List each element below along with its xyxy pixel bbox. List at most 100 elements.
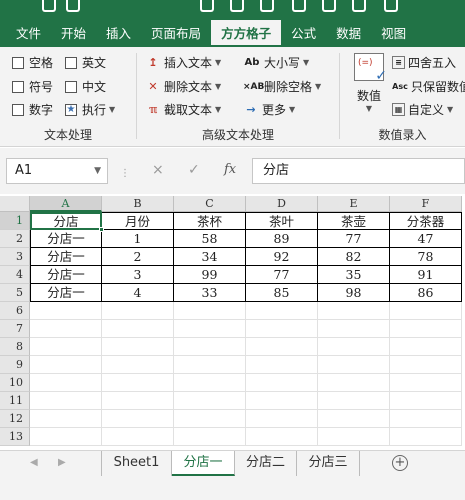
grid-cell[interactable]: 91 xyxy=(390,266,462,284)
grid-cell[interactable] xyxy=(174,410,246,428)
grid-cell[interactable] xyxy=(246,428,318,446)
checkbox-number[interactable]: 数字 xyxy=(12,101,53,118)
tab-data[interactable]: 数据 xyxy=(326,20,371,47)
grid-cell[interactable]: 分店一 xyxy=(30,248,102,266)
sheet-tab-store3[interactable]: 分店三 xyxy=(297,451,360,476)
grid-cell[interactable] xyxy=(30,374,102,392)
sheet-tab-store2[interactable]: 分店二 xyxy=(235,451,297,476)
add-sheet-icon[interactable]: + xyxy=(392,455,408,471)
enter-icon[interactable]: ✓ xyxy=(188,162,200,178)
grid-cell[interactable]: 3 xyxy=(102,266,174,284)
row-header[interactable]: 2 xyxy=(0,230,30,248)
checkbox-space[interactable]: 空格 xyxy=(12,54,53,71)
grid-cell[interactable] xyxy=(174,302,246,320)
grid-cell[interactable] xyxy=(246,338,318,356)
tab-formulas[interactable]: 公式 xyxy=(281,20,326,47)
row-header[interactable]: 8 xyxy=(0,338,30,356)
select-all-corner[interactable] xyxy=(0,196,30,212)
grid-cell[interactable] xyxy=(30,392,102,410)
grid-cell[interactable] xyxy=(246,356,318,374)
insert-text-button[interactable]: ↥ 插入文本 ▼ xyxy=(145,54,221,71)
column-header-d[interactable]: D xyxy=(246,196,318,212)
grid-cell[interactable]: 89 xyxy=(246,230,318,248)
quick-access-icon-7[interactable] xyxy=(384,0,398,12)
grid-cell[interactable]: 34 xyxy=(174,248,246,266)
quick-access-icon-3[interactable] xyxy=(260,0,274,12)
column-header-c[interactable]: C xyxy=(174,196,246,212)
grid-cell[interactable] xyxy=(318,356,390,374)
redo-icon[interactable] xyxy=(66,0,80,12)
header-cell[interactable]: 茶叶 xyxy=(246,212,318,230)
fill-handle[interactable] xyxy=(99,227,104,232)
grid-cell[interactable]: 47 xyxy=(390,230,462,248)
sheet-nav-next-icon[interactable]: ▶ xyxy=(58,457,66,468)
row-header[interactable]: 13 xyxy=(0,428,30,446)
keep-number-button[interactable]: Asc只保留数值 xyxy=(392,78,465,95)
grid-cell[interactable] xyxy=(318,302,390,320)
grid-cell[interactable] xyxy=(318,338,390,356)
grid-cell[interactable] xyxy=(246,302,318,320)
grid-cell[interactable] xyxy=(102,320,174,338)
grid-cell[interactable] xyxy=(174,428,246,446)
cancel-icon[interactable]: × xyxy=(152,162,164,178)
number-entry-button[interactable]: (=) ✓ 数值 ▼ xyxy=(348,53,390,119)
delete-text-button[interactable]: ✕ 删除文本 ▼ xyxy=(145,78,221,95)
grid-cell[interactable]: 33 xyxy=(174,284,246,302)
grid-cell[interactable] xyxy=(246,374,318,392)
grid-cell[interactable]: 分店一 xyxy=(30,284,102,302)
row-header[interactable]: 9 xyxy=(0,356,30,374)
grid-cell[interactable] xyxy=(174,338,246,356)
quick-access-icon-1[interactable] xyxy=(200,0,214,12)
row-header[interactable]: 1 xyxy=(0,212,30,230)
grid-cell[interactable] xyxy=(30,410,102,428)
header-cell[interactable]: 月份 xyxy=(102,212,174,230)
row-header[interactable]: 4 xyxy=(0,266,30,284)
fx-icon[interactable]: fx xyxy=(224,162,236,177)
quick-access-icon-5[interactable] xyxy=(322,0,336,12)
tab-insert[interactable]: 插入 xyxy=(96,20,141,47)
grid-cell[interactable] xyxy=(390,320,462,338)
grid-cell[interactable] xyxy=(102,374,174,392)
row-header[interactable]: 6 xyxy=(0,302,30,320)
grid-cell[interactable] xyxy=(390,374,462,392)
grid-cell[interactable] xyxy=(390,392,462,410)
custom-button[interactable]: ▦ 自定义 ▼ xyxy=(392,101,453,118)
header-cell[interactable]: 茶壶 xyxy=(318,212,390,230)
formula-input[interactable]: 分店 xyxy=(252,158,465,184)
grid-cell[interactable] xyxy=(246,320,318,338)
grid-cell[interactable] xyxy=(390,302,462,320)
grid-cell[interactable] xyxy=(318,428,390,446)
grid-cell[interactable] xyxy=(174,392,246,410)
grid-cell[interactable] xyxy=(390,338,462,356)
sheet-nav-prev-icon[interactable]: ◀ xyxy=(30,457,38,468)
row-header[interactable]: 11 xyxy=(0,392,30,410)
grid-cell[interactable]: 77 xyxy=(318,230,390,248)
column-header-e[interactable]: E xyxy=(318,196,390,212)
grid-cell[interactable] xyxy=(174,356,246,374)
quick-access-icon-6[interactable] xyxy=(352,0,366,12)
grid-cell[interactable] xyxy=(390,428,462,446)
header-cell[interactable]: 分店 xyxy=(30,212,102,230)
grid-cell[interactable]: 82 xyxy=(318,248,390,266)
grid-cell[interactable] xyxy=(318,410,390,428)
grid-cell[interactable]: 35 xyxy=(318,266,390,284)
grid-cell[interactable] xyxy=(318,392,390,410)
tab-page-layout[interactable]: 页面布局 xyxy=(141,20,211,47)
name-box[interactable]: A1 ▼ xyxy=(6,158,108,184)
grid-cell[interactable] xyxy=(102,428,174,446)
grid-cell[interactable]: 99 xyxy=(174,266,246,284)
checkbox-chinese[interactable]: 中文 xyxy=(65,78,106,95)
grid-cell[interactable] xyxy=(174,374,246,392)
delete-space-button[interactable]: ×AB 删除空格 ▼ xyxy=(243,78,321,95)
grid-cell[interactable]: 92 xyxy=(246,248,318,266)
grid-cell[interactable]: 58 xyxy=(174,230,246,248)
grid-cell[interactable] xyxy=(390,356,462,374)
grid-cell[interactable] xyxy=(102,356,174,374)
tab-home[interactable]: 开始 xyxy=(51,20,96,47)
grid-cell[interactable] xyxy=(102,302,174,320)
case-button[interactable]: Ab 大小写 ▼ xyxy=(243,54,310,71)
grid-cell[interactable] xyxy=(30,302,102,320)
grid-cell[interactable] xyxy=(174,320,246,338)
grid-cell[interactable] xyxy=(30,338,102,356)
sheet-tab-store1[interactable]: 分店一 xyxy=(172,451,235,476)
